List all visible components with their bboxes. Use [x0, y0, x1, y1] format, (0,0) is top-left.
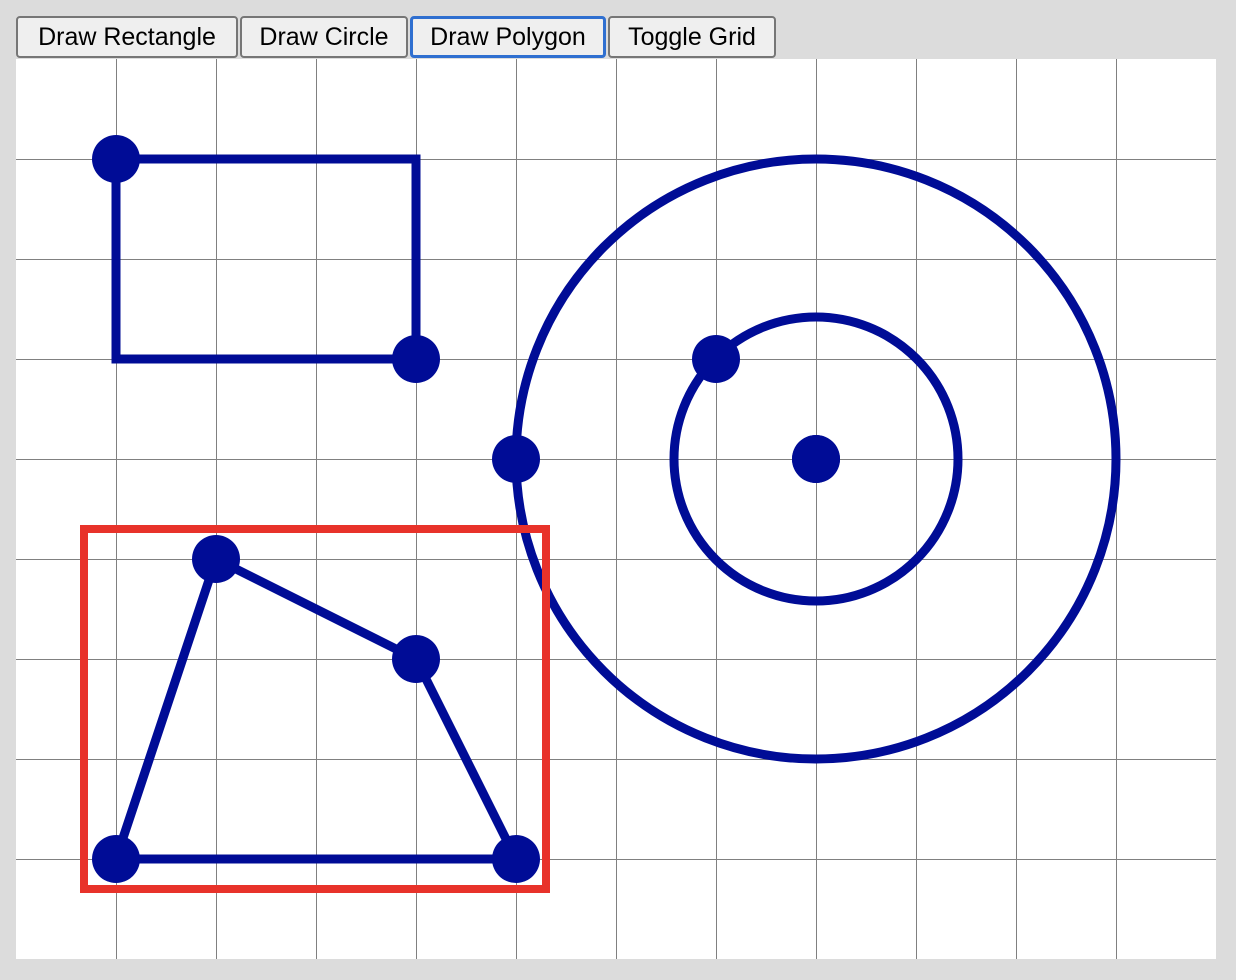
polygon-vertex-handle: [92, 835, 140, 883]
selection-box: [80, 525, 550, 893]
draw-circle-button[interactable]: Draw Circle: [240, 16, 408, 58]
drawing-canvas-container[interactable]: [16, 59, 1216, 959]
rectangle-corner-handle: [92, 135, 140, 183]
circle-radius-handle: [492, 435, 540, 483]
polygon-vertex-handle: [192, 535, 240, 583]
toolbar: Draw Rectangle Draw Circle Draw Polygon …: [16, 16, 776, 58]
draw-polygon-button[interactable]: Draw Polygon: [410, 16, 606, 58]
circle-center-handle: [792, 435, 840, 483]
grid: [16, 59, 1216, 959]
polygon-vertex-handle: [492, 835, 540, 883]
drawing-canvas[interactable]: [16, 59, 1216, 959]
draw-rectangle-button[interactable]: Draw Rectangle: [16, 16, 238, 58]
toggle-grid-button[interactable]: Toggle Grid: [608, 16, 776, 58]
shapes-layer: [92, 135, 1121, 883]
rectangle-corner-handle: [392, 335, 440, 383]
circle-radius-handle: [692, 335, 740, 383]
polygon-vertex-handle: [392, 635, 440, 683]
selection-layer: [80, 525, 550, 893]
